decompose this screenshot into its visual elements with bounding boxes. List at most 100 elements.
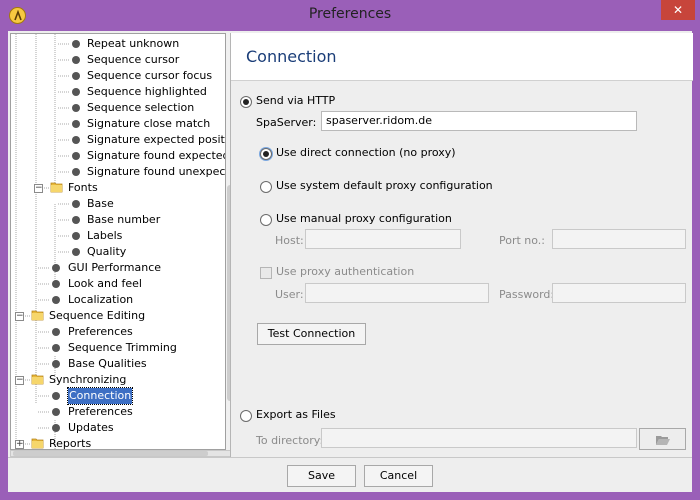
tree-item[interactable]: Signature found expected	[11, 148, 226, 164]
host-label: Host:	[275, 234, 304, 247]
tree-item[interactable]: Preferences	[11, 404, 225, 420]
folder-open-icon	[655, 433, 671, 453]
tree-folder[interactable]: − Fonts	[11, 180, 225, 196]
tree-leaf-icon	[52, 344, 60, 352]
to-directory-label: To directory:	[256, 434, 324, 447]
manual-proxy-radio[interactable]	[260, 214, 272, 226]
tree-leaf-icon	[52, 424, 60, 432]
tree-item-label: Sequence Editing	[49, 309, 146, 322]
tree-item[interactable]: Connection	[11, 387, 225, 405]
tree-leaf-icon	[52, 296, 60, 304]
proxy-auth-label: Use proxy authentication	[276, 265, 415, 278]
browse-directory-button[interactable]	[639, 428, 686, 450]
tree-item-label: Sequence selection	[87, 101, 195, 114]
tree-item[interactable]: Look and feel	[11, 276, 225, 292]
title-bar[interactable]: Preferences ✕	[0, 0, 700, 31]
collapse-icon[interactable]: −	[15, 376, 24, 385]
direct-connection-radio[interactable]	[260, 148, 272, 160]
host-input[interactable]	[305, 229, 461, 249]
collapse-icon[interactable]: −	[34, 184, 43, 193]
tree-folder[interactable]: − Synchronizing	[11, 372, 225, 388]
tree-horizontal-scrollbar[interactable]	[10, 450, 234, 457]
save-button[interactable]: Save	[287, 465, 356, 487]
system-proxy-label: Use system default proxy configuration	[276, 179, 493, 192]
tree-item-label: Sequence Trimming	[68, 341, 177, 354]
export-files-label: Export as Files	[256, 408, 336, 421]
folder-icon	[31, 373, 45, 386]
folder-icon	[31, 309, 45, 322]
tree-leaf-icon	[72, 120, 80, 128]
tree-leaf-icon	[52, 328, 60, 336]
tree-leaf-icon	[72, 168, 80, 176]
port-input[interactable]	[552, 229, 686, 249]
tree-horizontal-scroll-thumb[interactable]	[13, 451, 208, 456]
tree-item[interactable]: Base number	[11, 212, 225, 228]
folder-icon	[31, 437, 45, 449]
tree-leaf-icon	[52, 392, 60, 400]
test-connection-button[interactable]: Test Connection	[257, 323, 366, 345]
tree-item[interactable]: Sequence selection	[11, 100, 225, 116]
to-directory-input[interactable]	[321, 428, 637, 448]
dialog-body: Repeat unknown Sequence cursor Sequence cu…	[8, 31, 693, 492]
preferences-tree[interactable]: Repeat unknown Sequence cursor Sequence cu…	[10, 33, 226, 450]
send-http-radio[interactable]	[240, 96, 252, 108]
tree-item-label: Quality	[87, 245, 127, 258]
tree-item-label: Fonts	[68, 181, 98, 194]
tree-item[interactable]: Signature close match	[11, 116, 225, 132]
tree-item-label: Signature expected position	[87, 133, 225, 146]
spaserver-input[interactable]: spaserver.ridom.de	[321, 111, 637, 131]
export-files-radio[interactable]	[240, 410, 252, 422]
tree-item[interactable]: Sequence cursor	[11, 52, 225, 68]
tree-item[interactable]: Base	[11, 196, 225, 212]
tree-item[interactable]: Signature found unexpected	[11, 164, 226, 180]
tree-item[interactable]: Repeat unknown	[11, 36, 225, 52]
system-proxy-radio[interactable]	[260, 181, 272, 193]
tree-leaf-icon	[52, 408, 60, 416]
tree-item[interactable]: Quality	[11, 244, 225, 260]
password-label: Password:	[499, 288, 555, 301]
tree-item-label: Preferences	[68, 325, 133, 338]
tree-item[interactable]: GUI Performance	[11, 260, 225, 276]
tree-item-label: Repeat unknown	[87, 37, 180, 50]
send-http-label: Send via HTTP	[256, 94, 336, 107]
preferences-window: Preferences ✕ Repeat unknown Sequence cur…	[0, 0, 700, 500]
tree-leaf-icon	[72, 40, 80, 48]
tree-item[interactable]: Labels	[11, 228, 225, 244]
tree-leaf-icon	[52, 264, 60, 272]
collapse-icon[interactable]: −	[15, 312, 24, 321]
tree-leaf-icon	[72, 104, 80, 112]
expand-icon[interactable]: +	[15, 440, 24, 449]
direct-connection-label: Use direct connection (no proxy)	[276, 146, 456, 159]
user-input[interactable]	[305, 283, 489, 303]
tree-item-label: Signature close match	[87, 117, 211, 130]
tree-folder[interactable]: + Reports	[11, 436, 225, 449]
tree-item-label: Signature found unexpected	[87, 165, 226, 178]
tree-item-label: Sequence cursor focus	[87, 69, 213, 82]
tree-item[interactable]: Sequence highlighted	[11, 84, 225, 100]
tree-item-label: Signature found expected	[87, 149, 226, 162]
proxy-auth-checkbox[interactable]	[260, 267, 272, 279]
tree-item-label: Sequence cursor	[87, 53, 180, 66]
folder-icon	[50, 181, 64, 194]
tree-item[interactable]: Signature expected position	[11, 132, 225, 148]
tree-folder[interactable]: − Sequence Editing	[11, 308, 225, 324]
tree-item[interactable]: Updates	[11, 420, 225, 436]
tree-item-label: Updates	[68, 421, 114, 434]
tree-item-label: GUI Performance	[68, 261, 162, 274]
tree-item-label: Connection	[66, 387, 134, 405]
tree-item[interactable]: Preferences	[11, 324, 225, 340]
tree-item[interactable]: Base Qualities	[11, 356, 225, 372]
tree-item[interactable]: Sequence cursor focus	[11, 68, 225, 84]
tree-item-label: Look and feel	[68, 277, 142, 290]
cancel-button[interactable]: Cancel	[364, 465, 433, 487]
tree-item[interactable]: Localization	[11, 292, 225, 308]
close-button[interactable]: ✕	[661, 0, 695, 20]
tree-item-label: Labels	[87, 229, 123, 242]
tree-item[interactable]: Sequence Trimming	[11, 340, 225, 356]
tree-leaf-icon	[72, 248, 80, 256]
tree-leaf-icon	[72, 216, 80, 224]
port-label: Port no.:	[499, 234, 546, 247]
tree-leaf-icon	[72, 88, 80, 96]
tree-item-label: Base Qualities	[68, 357, 147, 370]
password-input[interactable]	[552, 283, 686, 303]
